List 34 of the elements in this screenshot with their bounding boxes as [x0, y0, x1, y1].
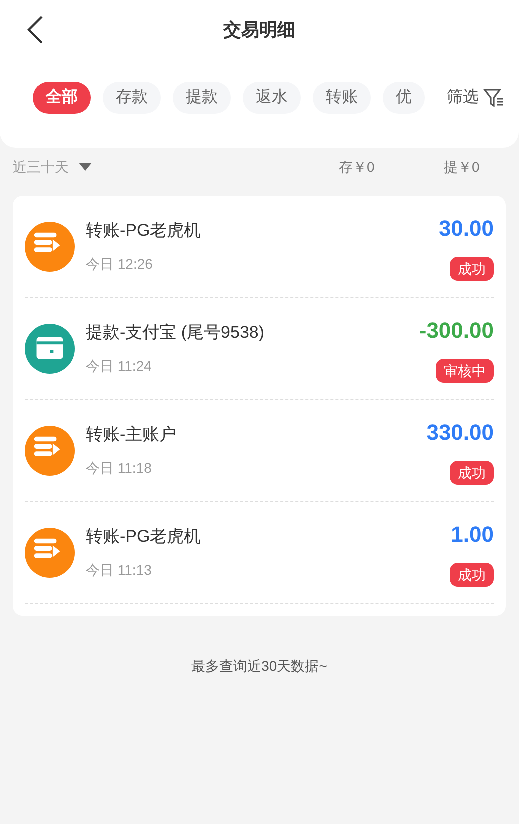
transaction-icon	[25, 528, 75, 578]
transaction-amount: 1.00	[451, 521, 494, 549]
transaction-icon	[25, 426, 75, 476]
filter-label[interactable]: 筛选	[447, 86, 479, 110]
transaction-title: 转账-PG老虎机	[86, 220, 202, 242]
status-badge: 成功	[450, 461, 494, 485]
transaction-title: 提款-支付宝 (尾号9538)	[86, 322, 265, 344]
transaction-time: 今日 11:24	[86, 356, 153, 376]
transaction-title: 转账-主账户	[86, 424, 177, 446]
filter-tab[interactable]: 返水	[243, 82, 301, 114]
transaction-amount: 330.00	[426, 419, 494, 447]
deposit-total: 存￥0	[339, 158, 376, 176]
transaction-icon	[25, 324, 75, 374]
transaction-amount: 30.00	[438, 215, 494, 243]
back-icon[interactable]	[26, 16, 44, 44]
transaction-time: 今日 11:13	[86, 560, 153, 580]
footer-note: 最多查询近30天数据~	[190, 657, 328, 676]
withdraw-total: 提￥0	[444, 158, 481, 176]
dropdown-icon[interactable]	[79, 163, 92, 171]
filter-tab[interactable]: 提款	[173, 82, 231, 114]
transaction-amount: -300.00	[419, 317, 494, 345]
page-title: 交易明细	[224, 18, 296, 42]
status-badge: 成功	[450, 257, 494, 281]
filter-icon[interactable]	[483, 87, 505, 109]
transaction-time: 今日 12:26	[86, 254, 154, 274]
status-badge: 审核中	[436, 359, 494, 383]
filter-tab[interactable]: 转账	[313, 82, 371, 114]
transaction-icon	[25, 222, 75, 272]
status-badge: 成功	[450, 563, 494, 587]
filter-tab[interactable]: 全部	[33, 82, 91, 114]
filter-tab[interactable]: 存款	[103, 82, 161, 114]
transaction-time: 今日 11:18	[86, 458, 153, 478]
filter-tab[interactable]: 优	[383, 82, 425, 114]
transaction-title: 转账-PG老虎机	[86, 526, 202, 548]
